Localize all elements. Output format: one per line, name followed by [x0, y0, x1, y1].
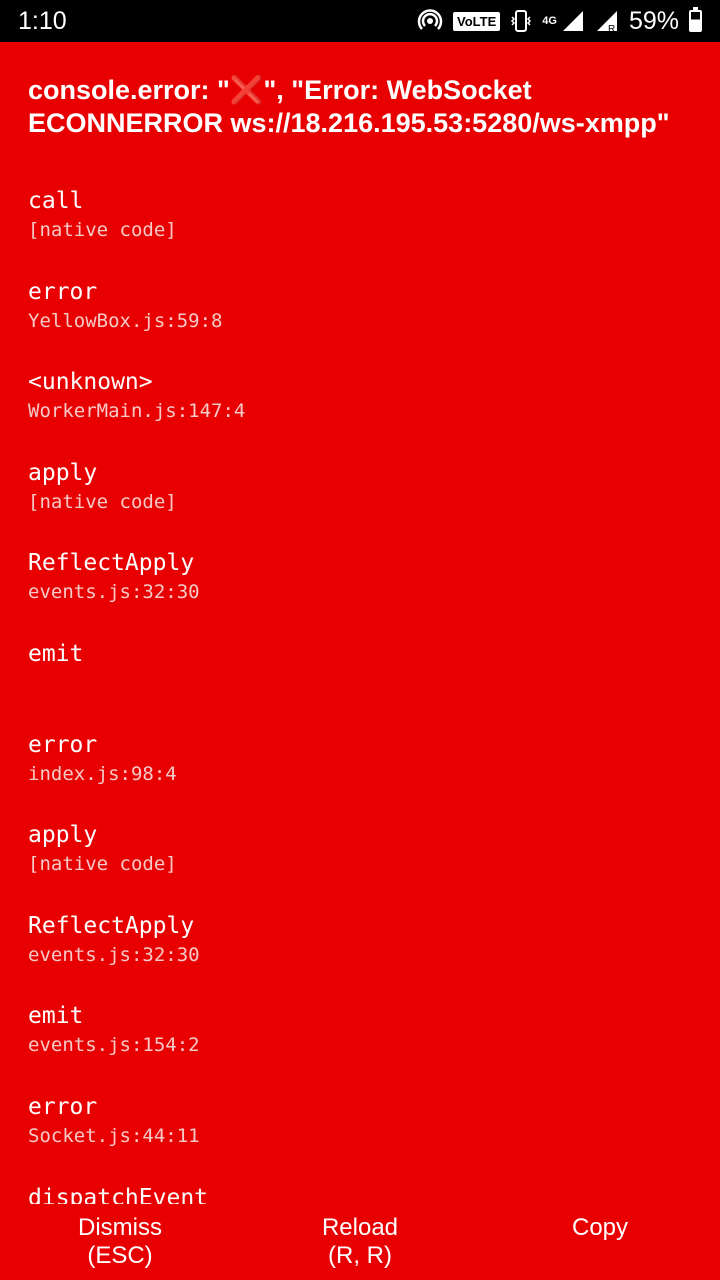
stack-frame[interactable]: apply [native code] [28, 457, 698, 548]
dismiss-shortcut: (ESC) [87, 1242, 153, 1269]
stack-frame[interactable]: ReflectApply events.js:32:30 [28, 547, 698, 638]
stack-frame[interactable]: emit events.js:154:2 [28, 1000, 698, 1091]
frame-method: emit [28, 1003, 84, 1030]
battery-percent: 59% [628, 6, 679, 35]
stack-frame[interactable]: error YellowBox.js:59:8 [28, 276, 698, 367]
stack-frame[interactable]: <unknown> WorkerMain.js:147:4 [28, 366, 698, 457]
stack-frame[interactable]: ReflectApply events.js:32:30 [28, 910, 698, 1001]
status-bar: 1:10 VoLTE 4G R 59% [0, 0, 720, 42]
frame-method: ReflectApply [28, 912, 195, 939]
svg-text:R: R [608, 24, 615, 33]
reload-label: Reload [321, 1214, 399, 1241]
stack-frame[interactable]: error Socket.js:44:11 [28, 1091, 698, 1182]
signal-icon [562, 11, 583, 31]
battery-charging-icon [689, 7, 702, 32]
frame-method: error [28, 1093, 98, 1120]
status-time: 1:10 [18, 6, 67, 35]
reload-shortcut: (R, R) [328, 1242, 392, 1269]
frame-file: YellowBox.js:59:8 [28, 309, 223, 332]
reload-button[interactable]: Reload (R, R) [240, 1204, 480, 1280]
roaming-signal-icon: R [596, 11, 617, 33]
vibrate-icon [511, 10, 532, 32]
dismiss-button[interactable]: Dismiss (ESC) [0, 1204, 240, 1280]
stack-frame[interactable]: emit [28, 638, 698, 729]
stack-frame[interactable]: call [native code] [28, 185, 698, 276]
frame-method: call [28, 188, 84, 214]
frame-method: error [28, 278, 98, 305]
frame-file: Socket.js:44:11 [28, 1124, 200, 1147]
frame-file: [native code] [28, 219, 177, 241]
copy-button[interactable]: Copy [480, 1204, 720, 1280]
redbox-buttons: Dismiss (ESC) Reload (R, R) Copy [0, 1204, 720, 1280]
frame-method: <unknown> [28, 369, 153, 396]
frame-file: index.js:98:4 [28, 762, 177, 785]
volte-badge: VoLTE [453, 11, 501, 31]
frame-file: [native code] [28, 853, 177, 876]
frame-method: apply [28, 822, 98, 849]
frame-method: apply [28, 459, 98, 486]
stack-frame[interactable]: error index.js:98:4 [28, 729, 698, 820]
dismiss-label: Dismiss [78, 1214, 162, 1241]
hotspot-icon [417, 9, 443, 30]
frame-method: ReflectApply [28, 550, 195, 577]
status-icons: VoLTE 4G R 59% [417, 7, 702, 36]
error-title: console.error: "❌", "Error: WebSocket EC… [28, 75, 670, 138]
stack-frame[interactable]: dispatchEvent [28, 1182, 698, 1204]
frame-file: events.js:154:2 [28, 1034, 200, 1057]
copy-label: Copy [571, 1214, 629, 1241]
error-redbox: console.error: "❌", "Error: WebSocket EC… [0, 42, 720, 1204]
frame-method: dispatchEvent [28, 1184, 209, 1204]
frame-file: events.js:32:30 [28, 943, 200, 966]
network-type: 4G [542, 14, 557, 27]
stack-trace[interactable]: call [native code] error YellowBox.js:59:8 <… [28, 185, 698, 1204]
frame-method: emit [28, 640, 84, 667]
frame-method: error [28, 731, 98, 758]
frame-file: events.js:32:30 [28, 581, 200, 604]
frame-file: [native code] [28, 490, 177, 513]
frame-file: WorkerMain.js:147:4 [28, 400, 246, 423]
stack-frame[interactable]: apply [native code] [28, 819, 698, 910]
